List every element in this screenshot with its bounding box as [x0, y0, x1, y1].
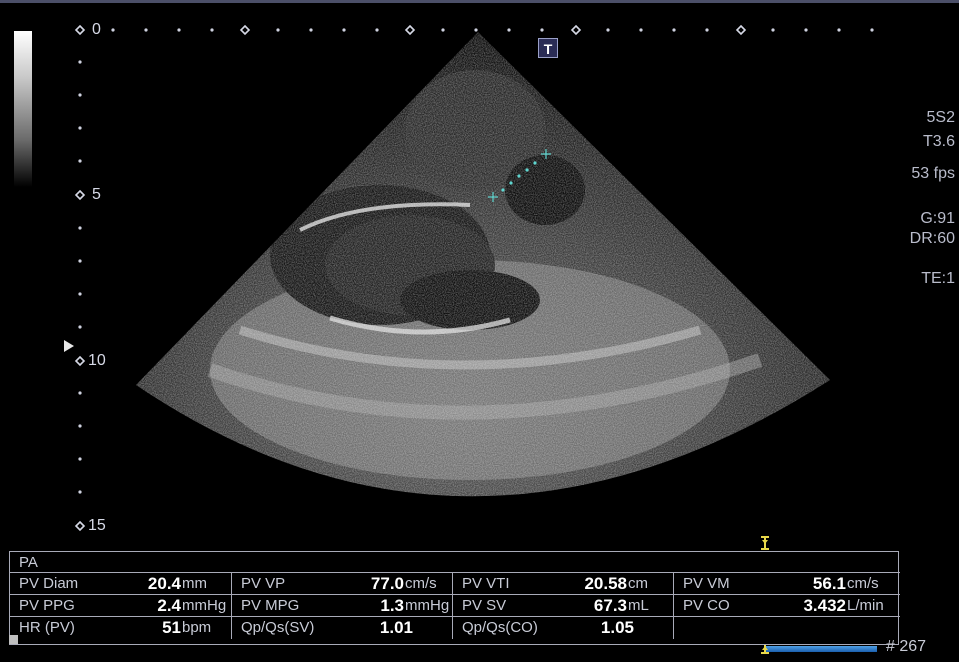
- measurement-value: 56.1: [812, 574, 846, 593]
- measurement-unit: bpm: [182, 619, 212, 636]
- measurement-value: 2.4: [157, 596, 181, 615]
- measurement-panel: PA PV Diam 20.4 mm PV VP 77.0 cm/s PV VT…: [9, 551, 900, 645]
- measurement-label: PV VM: [683, 575, 730, 592]
- measurement-value: 3.432: [803, 596, 846, 615]
- measurement-cell: Qp/Qs(CO) 1.05: [452, 617, 674, 639]
- measurement-unit: mmHg: [405, 597, 450, 614]
- measurement-row: PV PPG 2.4 mmHg PV MPG 1.3 mmHg PV SV 67…: [10, 594, 900, 617]
- measurement-value: 20.4: [147, 574, 181, 593]
- depth-label-0: 0: [92, 21, 101, 38]
- measurement-value: 51: [162, 618, 181, 637]
- measurement-title: PA: [19, 554, 38, 571]
- measurement-cell: Qp/Qs(SV) 1.01: [231, 617, 453, 639]
- measurement-value: 1.05: [600, 618, 634, 637]
- measurement-cell: PV Diam 20.4 mm: [10, 573, 231, 595]
- depth-pointer-icon: [64, 340, 74, 352]
- measurement-value: 20.58: [584, 574, 627, 593]
- measurement-cell: HR (PV) 51 bpm: [10, 617, 231, 639]
- measurement-value: 1.3: [380, 596, 404, 615]
- depth-label-15: 15: [88, 517, 106, 534]
- te-label: TE:1: [921, 270, 955, 287]
- depth-label-10: 10: [88, 352, 106, 369]
- measurement-unit: L/min: [847, 597, 884, 614]
- probe-label: 5S2: [926, 109, 955, 126]
- measurement-row: HR (PV) 51 bpm Qp/Qs(SV) 1.01 Qp/Qs(CO) …: [10, 616, 900, 639]
- measurement-cell: PV VM 56.1 cm/s: [673, 573, 900, 595]
- measurement-unit: mm: [182, 575, 207, 592]
- corner-indicator: [9, 635, 18, 644]
- measurement-unit: mmHg: [182, 597, 227, 614]
- measurement-value: 67.3: [593, 596, 627, 615]
- measurement-unit: mL: [628, 597, 649, 614]
- measurement-label: PV CO: [683, 597, 730, 614]
- measurement-value: 77.0: [370, 574, 404, 593]
- measurement-cell: PV PPG 2.4 mmHg: [10, 595, 231, 617]
- frame-rate-label: 53 fps: [911, 165, 955, 182]
- frame-counter: # 267: [886, 638, 927, 655]
- measurement-cell: PV CO 3.432 L/min: [673, 595, 900, 617]
- measurement-cell-empty: [673, 617, 900, 639]
- measurement-label: PV VTI: [462, 575, 510, 592]
- gain-label: G:91: [920, 210, 955, 227]
- measurement-unit: cm/s: [405, 575, 437, 592]
- measurement-label: PV SV: [462, 597, 507, 614]
- measurement-cell: PV VP 77.0 cm/s: [231, 573, 453, 595]
- measurement-row: PV Diam 20.4 mm PV VP 77.0 cm/s PV VTI 2…: [10, 572, 900, 595]
- measurement-cell: PV VTI 20.58 cm: [452, 573, 674, 595]
- measurement-label: PV Diam: [19, 575, 79, 592]
- measurement-label: Qp/Qs(SV): [241, 619, 315, 636]
- measurement-cell: PV MPG 1.3 mmHg: [231, 595, 453, 617]
- cine-marker-icon[interactable]: [760, 536, 770, 550]
- cine-marker-icon[interactable]: [760, 644, 770, 654]
- measurement-label: Qp/Qs(CO): [462, 619, 538, 636]
- measurement-label: HR (PV): [19, 619, 75, 636]
- text-annotation-icon[interactable]: T: [538, 38, 558, 58]
- harmonic-label: T3.6: [922, 133, 955, 150]
- measurement-unit: cm/s: [847, 575, 879, 592]
- measurement-label: PV PPG: [19, 597, 75, 614]
- measurement-label: PV MPG: [241, 597, 300, 614]
- measurement-cell: PV SV 67.3 mL: [452, 595, 674, 617]
- cine-progress-bar[interactable]: [765, 646, 877, 652]
- dynamic-range-label: DR:60: [909, 230, 955, 247]
- depth-label-5: 5: [92, 186, 101, 203]
- measurement-value: 1.01: [379, 618, 413, 637]
- measurement-label: PV VP: [241, 575, 286, 592]
- measurement-unit: cm: [628, 575, 648, 592]
